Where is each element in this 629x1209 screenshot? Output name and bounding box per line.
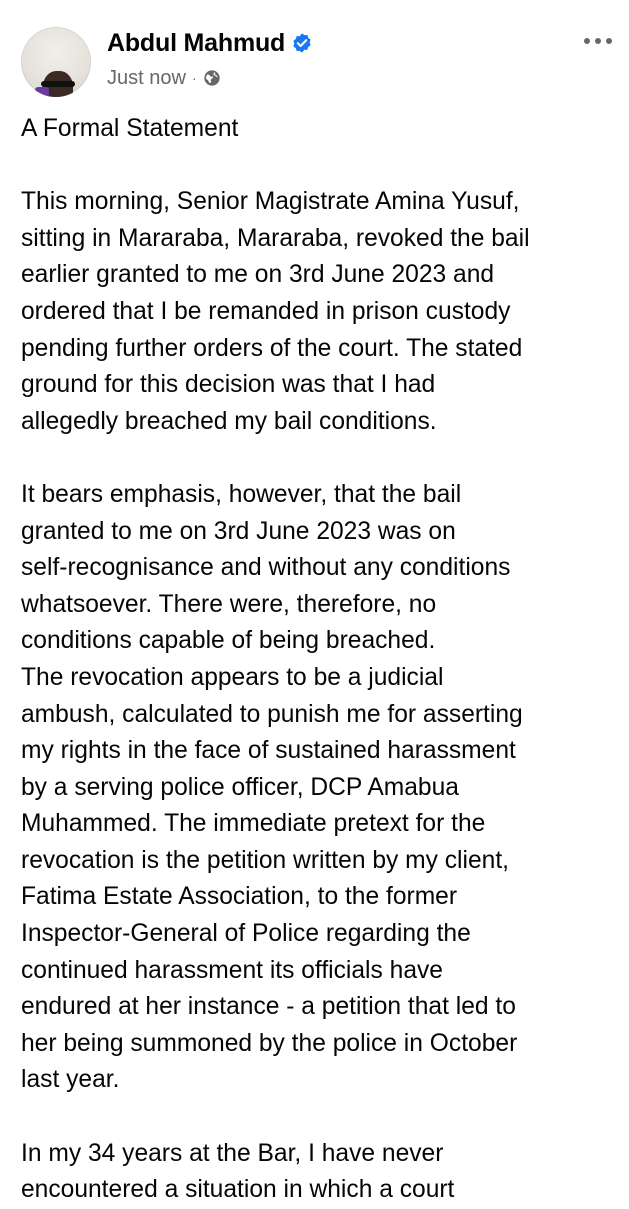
paragraph-line: This morning, Senior Magistrate Amina Yu… [21,188,520,216]
post-header: Abdul Mahmud Just now · [0,0,629,110]
paragraph-line: granted to me on 3rd June 2023 was on [21,517,456,545]
paragraph-line: Fatima Estate Association, to the former [21,883,458,911]
paragraph-line: her being summoned by the police in Octo… [21,1029,518,1057]
paragraph-line: revocation is the petition written by my… [21,846,509,874]
paragraph-line: Inspector-General of Police regarding th… [21,920,471,948]
paragraph-line: ambush, calculated to punish me for asse… [21,700,523,728]
paragraph-line: continued harassment its officials have [21,956,443,984]
paragraph-line: The revocation appears to be a judicial [21,663,444,691]
post-body: A Formal Statement This morning, Senior … [21,111,616,1209]
paragraph-line: ordered that I be remanded in prison cus… [21,297,511,325]
paragraph-line: my rights in the face of sustained haras… [21,737,516,765]
post-timestamp[interactable]: Just now [107,67,186,90]
paragraph-line: In my 34 years at the Bar, I have never [21,1139,444,1167]
paragraph-line: sitting in Mararaba, Mararaba, revoked t… [21,224,530,252]
paragraph-line: Muhammed. The immediate pretext for the [21,810,486,838]
paragraph-line: encountered a situation in which a court [21,1176,455,1204]
verified-badge-icon [291,32,313,54]
avatar-cloth [35,87,49,97]
paragraph-line: endured at her instance - a petition tha… [21,993,516,1021]
meta-separator: · [191,70,197,86]
more-options-icon [584,38,612,44]
post-title-text: A Formal Statement [21,115,239,142]
post-meta: Just now · [107,64,221,92]
paragraph-line: It bears emphasis, however, that the bai… [21,480,462,508]
paragraph-1: This morning, Senior Magistrate Amina Yu… [21,184,616,440]
more-options-button[interactable] [581,28,615,54]
paragraph-2: It bears emphasis, however, that the bai… [21,477,616,1099]
post-title: A Formal Statement [21,111,616,148]
paragraph-line: self-recognisance and without any condit… [21,554,511,582]
paragraph-line: pending further orders of the court. The… [21,334,523,362]
paragraph-line: ground for this decision was that I had [21,371,436,399]
paragraph-3: In my 34 years at the Bar, I have never … [21,1136,616,1209]
paragraph-line: conditions capable of being breached. [21,627,436,655]
author-line: Abdul Mahmud [107,26,313,60]
avatar[interactable] [21,27,91,97]
paragraph-line: last year. [21,1066,120,1094]
paragraph-line: whatsoever. There were, therefore, no [21,590,437,618]
paragraph-line: by a serving police officer, DCP Amabua [21,773,459,801]
paragraph-line: allegedly breached my bail conditions. [21,407,437,435]
author-name[interactable]: Abdul Mahmud [107,29,285,58]
globe-icon[interactable] [203,69,221,87]
paragraph-line: earlier granted to me on 3rd June 2023 a… [21,261,495,289]
